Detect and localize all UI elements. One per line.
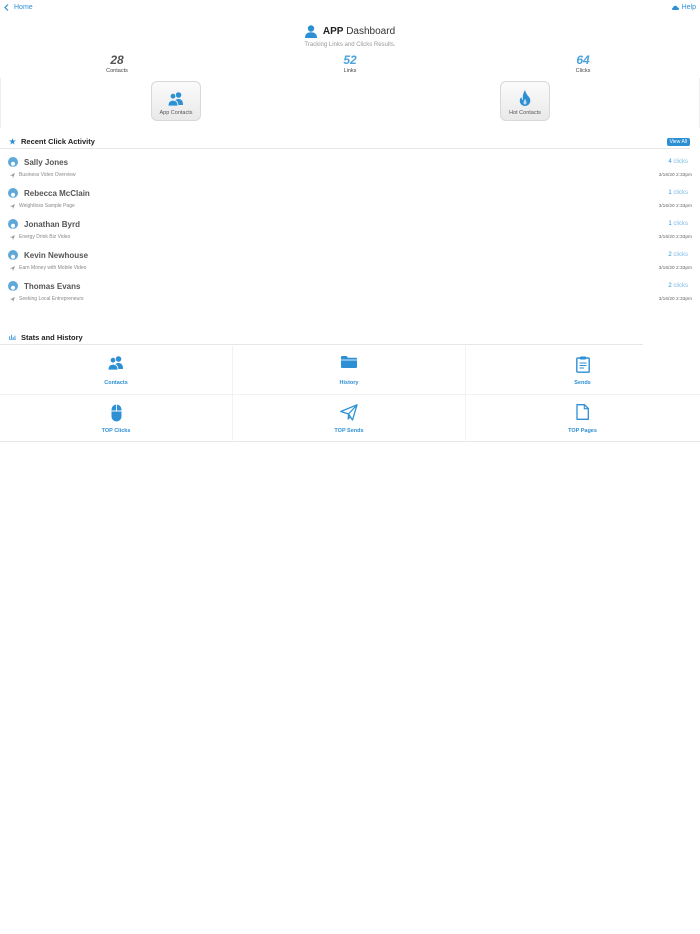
- avatar-icon: [8, 188, 18, 198]
- page-subtitle: Tracking Links and Clicks Results.: [304, 42, 396, 48]
- stats-grid: Contacts History Sends TOP Clicks TOP Se…: [0, 346, 700, 442]
- links-count-label: Links: [343, 68, 357, 74]
- recent-activity-list: Sally Jones 4 clicks Business Video Over…: [0, 152, 700, 307]
- links-count: 52: [343, 53, 357, 67]
- recent-activity-header: Recent Click Activity View All: [0, 135, 700, 149]
- click-count[interactable]: 1 clicks: [668, 190, 688, 196]
- stats-title: Stats and History: [21, 333, 83, 342]
- contact-name[interactable]: Kevin Newhouse: [24, 251, 88, 260]
- recent-activity-title: Recent Click Activity: [21, 137, 95, 146]
- list-item[interactable]: Kevin Newhouse 2 clicks Earn Money with …: [0, 245, 700, 276]
- avatar-icon: [8, 281, 18, 291]
- view-all-button[interactable]: View All: [666, 138, 690, 146]
- page-name: Weightloss Sample Page: [19, 203, 75, 209]
- list-item[interactable]: Jonathan Byrd 1 clicks Energy Drink Biz …: [0, 214, 700, 245]
- timestamp: 3/16/20 2:33pm: [658, 204, 692, 209]
- page-name: Earn Money with Mobile Video: [19, 265, 87, 271]
- hot-contacts-button[interactable]: Hot Contacts: [500, 81, 550, 121]
- contacts-counter[interactable]: 28 Contacts: [77, 53, 157, 75]
- click-count[interactable]: 2 clicks: [668, 252, 688, 258]
- top-clicks-button[interactable]: TOP Clicks: [0, 394, 233, 442]
- send-icon: [10, 203, 15, 209]
- chart-icon: [9, 334, 16, 340]
- page-title: APP Dashboard: [322, 25, 396, 37]
- contact-name[interactable]: Thomas Evans: [24, 282, 80, 291]
- stats-contacts-label: Contacts: [104, 380, 128, 386]
- section-divider: [0, 344, 643, 345]
- page-name: Seeking Local Entrepreneurs: [19, 296, 84, 302]
- contacts-count: 28: [110, 53, 124, 67]
- list-item[interactable]: Sally Jones 4 clicks Business Video Over…: [0, 152, 700, 183]
- send-icon: [10, 296, 15, 302]
- home-link[interactable]: Home: [4, 4, 33, 11]
- click-count[interactable]: 4 clicks: [668, 159, 688, 165]
- summary-counters: 28 Contacts 52 Links 64 Clicks: [0, 54, 700, 76]
- top-sends-label: TOP Sends: [334, 428, 364, 434]
- folder-icon: [341, 356, 357, 368]
- top-pages-label: TOP Pages: [568, 428, 597, 434]
- contacts-icon: [167, 92, 183, 106]
- clipboard-icon: [575, 356, 590, 373]
- top-clicks-label: TOP Clicks: [101, 428, 131, 434]
- timestamp: 3/16/20 2:33pm: [658, 266, 692, 271]
- page-name: Business Video Overview: [19, 172, 76, 178]
- stats-sends-label: Sends: [574, 380, 591, 386]
- hot-contacts-label: Hot Contacts: [509, 110, 541, 116]
- dashboard-header: APP Dashboard Tracking Links and Clicks …: [0, 22, 700, 48]
- flame-icon: [519, 90, 531, 106]
- chevron-left-icon: [4, 4, 9, 11]
- help-link[interactable]: Help: [671, 4, 696, 11]
- send-icon: [10, 234, 15, 240]
- avatar-icon: [8, 219, 18, 229]
- top-pages-button[interactable]: TOP Pages: [466, 394, 699, 442]
- contact-name[interactable]: Rebecca McClain: [24, 189, 90, 198]
- list-item[interactable]: Rebecca McClain 1 clicks Weightloss Samp…: [0, 183, 700, 214]
- clicks-count-label: Clicks: [575, 68, 591, 74]
- section-divider: [0, 148, 690, 149]
- stats-sends-button[interactable]: Sends: [466, 346, 699, 394]
- paper-plane-icon: [340, 404, 358, 421]
- avatar-icon: [8, 250, 18, 260]
- star-icon: [9, 138, 16, 145]
- user-icon: [304, 24, 317, 38]
- timestamp: 3/16/20 2:33pm: [658, 297, 692, 302]
- stats-history-label: History: [339, 380, 359, 386]
- document-icon: [576, 404, 589, 420]
- contacts-count-label: Contacts: [106, 68, 128, 74]
- clicks-counter[interactable]: 64 Clicks: [543, 53, 623, 75]
- help-icon: [671, 5, 679, 10]
- contacts-icon: [107, 356, 123, 370]
- quick-actions: App Contacts Hot Contacts: [0, 78, 700, 128]
- home-label: Home: [14, 4, 33, 11]
- stats-contacts-button[interactable]: Contacts: [0, 346, 233, 394]
- click-count[interactable]: 2 clicks: [668, 283, 688, 289]
- help-label: Help: [681, 4, 696, 11]
- links-counter[interactable]: 52 Links: [310, 53, 390, 75]
- list-item[interactable]: Thomas Evans 2 clicks Seeking Local Entr…: [0, 276, 700, 307]
- avatar-icon: [8, 157, 18, 167]
- contact-name[interactable]: Jonathan Byrd: [24, 220, 80, 229]
- app-contacts-label: App Contacts: [159, 110, 193, 116]
- contact-name[interactable]: Sally Jones: [24, 158, 68, 167]
- click-count[interactable]: 1 clicks: [668, 221, 688, 227]
- stats-history-button[interactable]: History: [233, 346, 466, 394]
- send-icon: [10, 172, 15, 178]
- app-contacts-button[interactable]: App Contacts: [151, 81, 201, 121]
- clicks-count: 64: [576, 53, 590, 67]
- top-bar: Home Help: [0, 0, 700, 18]
- stats-header: Stats and History: [0, 331, 700, 345]
- mouse-icon: [111, 404, 121, 422]
- timestamp: 3/16/20 2:33pm: [658, 235, 692, 240]
- top-sends-button[interactable]: TOP Sends: [233, 394, 466, 442]
- send-icon: [10, 265, 15, 271]
- timestamp: 3/16/20 2:33pm: [658, 173, 692, 178]
- page-name: Energy Drink Biz Video: [19, 234, 71, 240]
